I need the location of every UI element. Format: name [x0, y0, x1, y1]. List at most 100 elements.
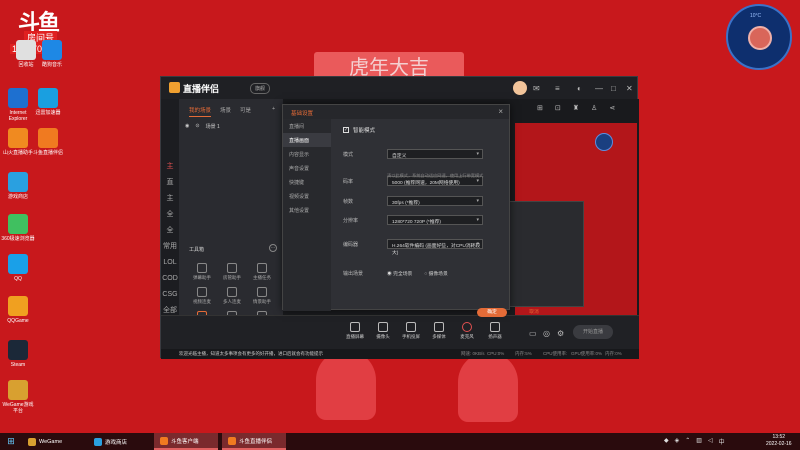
microphone-icon: [462, 322, 472, 332]
broadcast-source-button[interactable]: 麦克风: [453, 322, 481, 340]
desktop-shortcut[interactable]: 酷狗音乐: [34, 40, 70, 68]
settings-select[interactable]: 30fps (*推荐) ▾: [387, 196, 483, 206]
broadcast-source-button[interactable]: 摄像头: [369, 322, 397, 340]
tool-button[interactable]: 视频连麦: [187, 287, 217, 305]
category-nav-item[interactable]: 常用: [161, 239, 179, 255]
broadcast-source-button[interactable]: 直播屏幕: [341, 322, 369, 340]
tool-icon: [197, 287, 207, 297]
start-live-button[interactable]: 开始直播: [573, 325, 613, 339]
smart-mode-checkbox[interactable]: ✓ 智能模式: [343, 126, 375, 134]
tray-app-icon[interactable]: ◆: [664, 437, 669, 446]
desktop-shortcut[interactable]: WeGame游戏平台: [0, 380, 36, 414]
minimize-icon[interactable]: —: [595, 84, 603, 93]
broadcast-source-button[interactable]: 手机投屏: [397, 322, 425, 340]
tool-button[interactable]: 多人连麦: [217, 287, 247, 305]
camera-icon[interactable]: ◎: [543, 329, 550, 338]
eye-icon[interactable]: ◉: [185, 123, 189, 130]
settings-sidebar-item[interactable]: 内容显示: [283, 147, 331, 161]
preview-toolbar: ⊞ ⊡ ♜ ♙ ⋖: [537, 104, 615, 112]
category-nav-item[interactable]: CSG: [161, 287, 179, 303]
desktop-shortcut[interactable]: 游戏商店: [0, 172, 36, 200]
mail-icon[interactable]: ✉: [533, 84, 540, 93]
settings-sidebar-item[interactable]: 快捷键: [283, 175, 331, 189]
settings-sidebar-item[interactable]: 声音设置: [283, 161, 331, 175]
taskbar-item[interactable]: 游戏商店: [88, 433, 152, 450]
settings-sidebar-item[interactable]: 其他设置: [283, 203, 331, 217]
category-nav-item[interactable]: COD: [161, 271, 179, 287]
category-nav-item[interactable]: LOL: [161, 255, 179, 271]
menu-icon[interactable]: ≡: [555, 84, 560, 93]
broadcast-source-button[interactable]: 多媒体: [425, 322, 453, 340]
scene-item[interactable]: ◉ ⊙ 场景 1: [185, 123, 281, 130]
settings-select[interactable]: 自定义 ▾: [387, 149, 483, 159]
desktop-shortcut[interactable]: 360极速浏览器: [0, 214, 36, 242]
avatar[interactable]: [513, 81, 527, 95]
desktop-shortcut[interactable]: QQGame: [0, 296, 36, 324]
gift-icon[interactable]: ⊞: [537, 104, 543, 112]
category-nav-item[interactable]: 全: [161, 223, 179, 239]
lock-icon[interactable]: ⊙: [195, 123, 199, 130]
start-menu-icon[interactable]: ⊞: [0, 433, 22, 450]
close-icon[interactable]: ✕: [626, 84, 633, 93]
desktop-shortcut[interactable]: 斗鱼直播伴侣: [30, 128, 66, 156]
tool-button[interactable]: 弹幕助手: [187, 263, 217, 281]
cancel-button[interactable]: 取消: [519, 308, 549, 317]
scene-panel: 我的场景 场景 可是 + ◉ ⊙ 场景 1 工具箱 ··· 弹幕助手 房管助手 主播任务视…: [179, 99, 283, 349]
settings-sidebar-item[interactable]: 视频设置: [283, 189, 331, 203]
field-label: 码率: [343, 179, 354, 185]
taskbar-item-label: 游戏商店: [105, 439, 128, 446]
tool-button[interactable]: 房管助手: [217, 263, 247, 281]
confirm-button[interactable]: 确定: [477, 308, 507, 317]
scene-tab[interactable]: 可是: [240, 106, 251, 117]
record-icon[interactable]: ▭: [529, 329, 537, 338]
select-value: H.264软件编码 (画面好些，对CPU消耗较大): [392, 244, 481, 256]
status-bar: 欢迎光临主播，知道太多事项会有更多的好开播，进口后就会有功能提示 网速: 0KB…: [161, 349, 639, 359]
ime-icon[interactable]: 中: [719, 437, 725, 446]
close-icon[interactable]: ×: [498, 107, 503, 116]
weather-gauge-widget[interactable]: 10°C: [726, 4, 792, 70]
scene-tab[interactable]: 场景: [220, 106, 231, 117]
taskbar-item[interactable]: 斗鱼客户端: [154, 433, 218, 450]
settings-sidebar-item[interactable]: 直播间: [283, 119, 331, 133]
settings-select[interactable]: 1280*720 720P (*推荐) ▾: [387, 215, 483, 225]
checkbox-icon[interactable]: ✓: [343, 127, 349, 133]
maximize-icon[interactable]: □: [611, 84, 616, 93]
network-icon[interactable]: ▥: [696, 437, 702, 446]
skin-icon[interactable]: ◐: [577, 84, 582, 93]
trophy-icon[interactable]: ♜: [573, 104, 579, 112]
user-icon[interactable]: ♙: [591, 104, 597, 112]
tool-button[interactable]: 情景助手: [247, 287, 277, 305]
desktop-shortcut[interactable]: 迅雷加速器: [30, 88, 66, 116]
up-arrow-icon[interactable]: ⌃: [685, 437, 690, 446]
scene-tab[interactable]: 我的场景: [189, 106, 212, 117]
version-badge[interactable]: 旗舰: [250, 83, 271, 94]
clock[interactable]: 13:52 2022-02-16: [766, 434, 792, 448]
broadcast-source-button[interactable]: 扬声器: [481, 322, 509, 340]
system-tray: ◆ ◈ ⌃ ▥ ◁ 中: [664, 437, 725, 446]
bitrate-hint: 清以此模式，系统自动适应网速，使用上行带宽模式: [387, 173, 484, 178]
shield-icon[interactable]: ⊡: [555, 104, 561, 112]
output-radio[interactable]: 摄像场景: [424, 270, 448, 277]
tools-title: 工具箱: [189, 247, 205, 253]
taskbar-item[interactable]: WeGame: [22, 433, 86, 450]
category-nav-item[interactable]: 直: [161, 175, 179, 191]
settings-select[interactable]: H.264软件编码 (画面好些，对CPU消耗较大) ▾: [387, 239, 483, 256]
settings-icon[interactable]: ⚙: [557, 329, 564, 338]
volume-icon[interactable]: ◁: [708, 437, 713, 446]
settings-sidebar-item[interactable]: 直播画面: [283, 133, 331, 147]
tray-app-icon[interactable]: ◈: [675, 437, 680, 446]
scene-tab[interactable]: +: [272, 106, 275, 117]
output-radio[interactable]: 完全场景: [387, 270, 412, 277]
gauge-label: 10°C: [750, 13, 762, 19]
app-icon: [94, 437, 102, 446]
desktop-shortcut[interactable]: QQ: [0, 254, 36, 282]
category-nav-item[interactable]: 全: [161, 207, 179, 223]
tools-more-button[interactable]: ···: [269, 244, 277, 252]
taskbar-item[interactable]: 斗鱼直播伴侣: [222, 433, 286, 450]
desktop-shortcut[interactable]: Steam: [0, 340, 36, 368]
category-nav-item[interactable]: 主: [161, 159, 179, 175]
category-nav-item[interactable]: 主: [161, 191, 179, 207]
select-value: 30fps (*推荐): [392, 201, 420, 206]
tool-button[interactable]: 主播任务: [247, 263, 277, 281]
share-icon[interactable]: ⋖: [609, 104, 615, 112]
